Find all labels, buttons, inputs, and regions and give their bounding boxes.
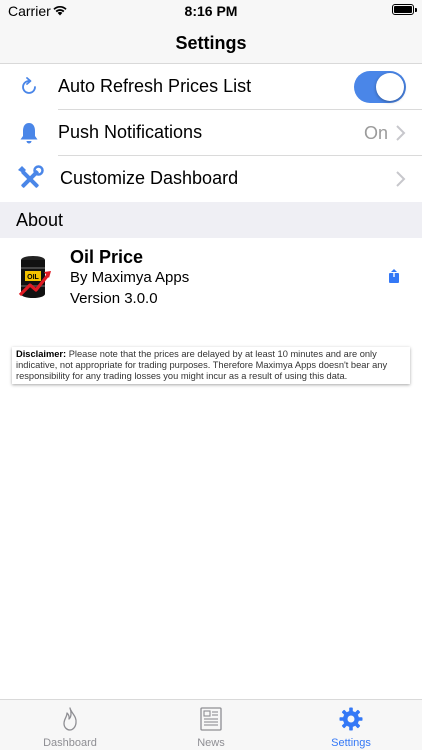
- page-title: Settings: [175, 33, 247, 53]
- chevron-right-icon: [396, 125, 406, 141]
- tab-settings[interactable]: Settings: [281, 700, 421, 750]
- tab-label: News: [197, 737, 225, 749]
- disclaimer-title: Disclaimer:: [16, 349, 67, 359]
- tab-dashboard[interactable]: Dashboard: [0, 700, 140, 750]
- share-icon[interactable]: [388, 269, 400, 283]
- toggle-knob: [376, 73, 404, 101]
- push-notifications-value: On: [363, 123, 388, 143]
- status-bar: Carrier 8:16 PM: [0, 0, 422, 22]
- tools-icon: [18, 165, 44, 188]
- app-logo-icon: OIL: [18, 256, 51, 298]
- customize-dashboard-label: Customize Dashboard: [60, 168, 239, 188]
- tab-bar: Dashboard News Settings: [0, 699, 422, 750]
- about-header-label: About: [16, 210, 64, 230]
- tab-label: Settings: [331, 737, 371, 749]
- disclaimer-box: Disclaimer: Please note that the prices …: [12, 347, 410, 384]
- status-time: 8:16 PM: [184, 3, 238, 19]
- auto-refresh-toggle[interactable]: [354, 71, 406, 103]
- gear-icon: [339, 707, 363, 731]
- navigation-bar: Settings: [0, 22, 422, 64]
- tab-news[interactable]: News: [141, 700, 281, 750]
- app-info: OIL Oil Price By Maximya Apps Version 3.…: [0, 238, 422, 328]
- chevron-right-icon: [396, 171, 406, 187]
- disclaimer-text: Please note that the prices are delayed …: [16, 349, 388, 381]
- svg-text:OIL: OIL: [27, 274, 39, 281]
- about-section-header: About: [0, 202, 422, 238]
- customize-dashboard-row[interactable]: Customize Dashboard: [0, 156, 422, 202]
- app-version: Version 3.0.0: [70, 290, 158, 307]
- flame-icon: [63, 707, 77, 731]
- app-developer: By Maximya Apps: [70, 269, 190, 286]
- refresh-icon: [22, 77, 36, 94]
- tab-label: Dashboard: [43, 737, 97, 749]
- newspaper-icon: [200, 707, 222, 731]
- auto-refresh-row: Auto Refresh Prices List: [0, 64, 422, 110]
- battery-icon: [392, 4, 417, 15]
- bell-icon: [20, 123, 38, 144]
- push-notifications-label: Push Notifications: [58, 122, 203, 142]
- app-name: Oil Price: [70, 247, 144, 267]
- push-notifications-row[interactable]: Push Notifications On: [0, 110, 422, 156]
- auto-refresh-label: Auto Refresh Prices List: [58, 76, 252, 96]
